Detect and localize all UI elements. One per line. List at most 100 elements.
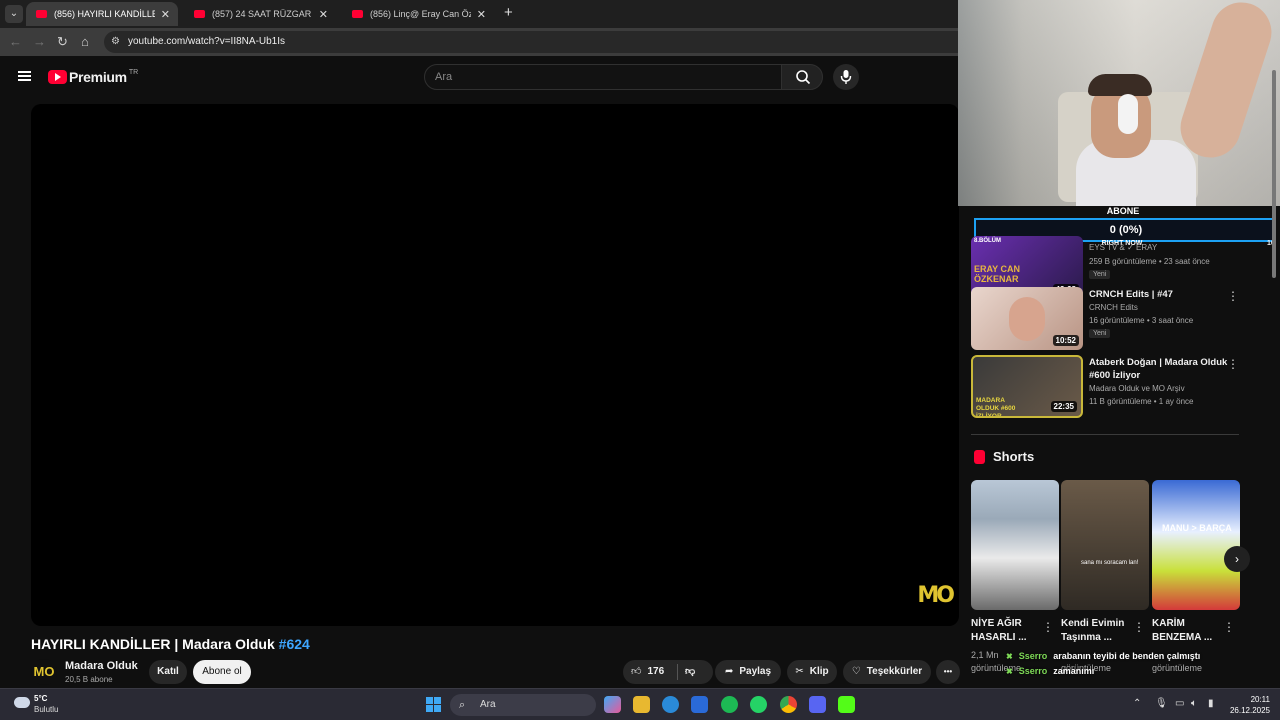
home-icon[interactable]: ⌂ (81, 34, 89, 49)
more-vert-icon[interactable]: ⋮ (1042, 620, 1054, 634)
video-title[interactable]: Ataberk Doğan | Madara Olduk #600 İzliyo… (1089, 356, 1229, 382)
edge-icon[interactable] (662, 696, 679, 713)
new-tab-icon[interactable]: + (504, 4, 513, 21)
search-icon (796, 70, 811, 85)
video-channel[interactable]: EYS TV & ✓ ERAY (1089, 243, 1157, 252)
recommendation-item[interactable]: 10:52 CRNCH Edits | #47 CRNCH Edits 16 g… (971, 287, 1241, 351)
search-input[interactable]: Ara (424, 64, 782, 90)
youtube-header: Premium TR Ara (0, 56, 960, 100)
back-icon[interactable]: ← (9, 34, 22, 49)
short-thumbnail[interactable]: sana mı soracam lan! (1061, 480, 1149, 610)
video-channel[interactable]: CRNCH Edits (1089, 303, 1138, 312)
url-text: youtube.com/watch?v=II8NA-Ub1Is (128, 36, 286, 47)
short-thumbnail[interactable] (971, 480, 1059, 610)
system-clock[interactable]: 20:11 26.12.2025 (1226, 694, 1270, 716)
volume-icon[interactable]: 🔈︎ (1191, 698, 1197, 709)
windows-start-icon[interactable] (426, 697, 441, 712)
chat-user: Sserro (1018, 651, 1048, 661)
short-title[interactable]: NİYE AĞIR HASARLI ... (971, 617, 1051, 645)
battery-icon[interactable]: ▮ (1208, 698, 1214, 709)
more-vert-icon[interactable]: ⋮ (1227, 289, 1239, 303)
search-icon: ⌕ (459, 699, 466, 711)
clock-date: 26.12.2025 (1229, 706, 1270, 715)
more-vert-icon[interactable]: ⋮ (1223, 620, 1235, 634)
scrollbar-thumb[interactable] (1272, 70, 1276, 278)
video-channel[interactable]: Madara Olduk ve MO Arşiv (1089, 384, 1185, 393)
forward-icon[interactable]: → (33, 34, 46, 49)
tab-search-button[interactable]: ⌄ (5, 5, 23, 23)
short-overlay-text: MANU > BARÇA (1162, 523, 1232, 533)
headset (1118, 94, 1138, 134)
thanks-heart-icon: ♡ (851, 666, 861, 677)
short-title[interactable]: KARİM BENZEMA ... (1152, 617, 1232, 645)
reload-icon[interactable]: ↻ (57, 34, 68, 50)
microphone-icon[interactable]: 🎙︎ (1155, 698, 1168, 709)
close-tab-icon[interactable]: ✕ (477, 8, 486, 21)
site-info-icon[interactable]: ⚙ (111, 31, 120, 53)
tab-3[interactable]: (856) Linç@ Eray Can Özkenar ✕ (342, 2, 494, 26)
thumb-text: MADARA OLDUK #600 İZLİYOR (976, 397, 1016, 418)
taskbar: 5°C Bulutlu ⌕ Ara ⌃ 🎙︎ ▭ 🔈︎ ▮ 20:11 26.1… (0, 688, 1280, 720)
cloud-icon (14, 697, 30, 708)
video-thumbnail[interactable]: 10:52 (971, 287, 1083, 350)
tab-title: (856) Linç@ Eray Can Özkenar (370, 9, 471, 19)
chevron-up-icon[interactable]: ⌃ (1133, 698, 1141, 709)
video-title: HAYIRLI KANDİLLER | Madara Olduk #624 (31, 636, 310, 652)
channel-name[interactable]: Madara Olduk (65, 660, 138, 672)
thumbs-up-icon[interactable]: 👍︎ (631, 666, 641, 677)
clip-button[interactable]: ✂ Klip (787, 660, 837, 684)
tab-2[interactable]: (857) 24 SAAT RÜZGAR TÜRBİN ✕ (184, 2, 336, 26)
thanks-button[interactable]: ♡ Teşekkürler (843, 660, 931, 684)
thanks-label: Teşekkürler (866, 666, 923, 677)
hashtag-link[interactable]: #624 (279, 636, 310, 652)
chrome-icon[interactable] (780, 696, 797, 713)
join-button[interactable]: Katıl (149, 660, 187, 684)
whatsapp-icon[interactable] (750, 696, 767, 713)
video-player[interactable]: MO (31, 104, 959, 626)
shorts-next-button[interactable]: › (1224, 546, 1250, 572)
short-thumbnail[interactable]: MANU > BARÇA (1152, 480, 1240, 610)
channel-watermark: MO (917, 583, 955, 608)
more-vert-icon[interactable]: ⋮ (1133, 620, 1145, 634)
like-count[interactable]: 176 (647, 666, 664, 677)
more-actions-button[interactable]: ••• (936, 660, 960, 684)
shorts-heading: Shorts (974, 449, 1034, 464)
kick-icon[interactable] (838, 696, 855, 713)
store-icon[interactable] (691, 696, 708, 713)
voice-search-button[interactable] (833, 64, 859, 90)
page-scrollbar[interactable] (1270, 58, 1278, 688)
chat-badge-icon: ✖ (1006, 667, 1013, 676)
close-tab-icon[interactable]: ✕ (319, 8, 328, 21)
taskbar-search[interactable]: ⌕ Ara (450, 694, 596, 716)
recommendation-item[interactable]: MADARA OLDUK #600 İZLİYOR 22:35 Ataberk … (971, 355, 1241, 419)
thumbs-down-icon[interactable]: 👎︎ (685, 660, 695, 684)
shorts-icon (974, 449, 985, 464)
youtube-favicon-icon (194, 10, 205, 18)
discord-icon[interactable] (809, 696, 826, 713)
short-title[interactable]: Kendi Evimin Taşınma ... (1061, 617, 1141, 645)
video-title[interactable]: CRNCH Edits | #47 (1089, 288, 1229, 301)
like-divider (677, 664, 678, 680)
scissors-icon: ✂ (795, 666, 804, 677)
tab-active[interactable]: (856) HAYIRLI KANDİLLER | Mad ✕ (26, 2, 178, 26)
short-views: görüntüleme (1152, 663, 1203, 673)
avatar[interactable]: MO (31, 659, 57, 685)
share-button[interactable]: ➦ Paylaş (715, 660, 781, 684)
video-thumbnail[interactable]: MADARA OLDUK #600 İZLİYOR 22:35 (971, 355, 1083, 418)
more-vert-icon[interactable]: ⋮ (1227, 357, 1239, 371)
section-divider (971, 434, 1239, 435)
video-duration: 22:35 (1050, 401, 1077, 412)
like-dislike-group: 👍︎ 176 👎︎ (623, 660, 713, 684)
subscribe-button[interactable]: Abone ol (193, 660, 251, 684)
spotify-icon[interactable] (721, 696, 738, 713)
youtube-logo[interactable]: Premium TR (48, 69, 138, 85)
youtube-play-icon (48, 70, 67, 84)
close-tab-icon[interactable]: ✕ (161, 8, 170, 21)
copilot-icon[interactable] (604, 696, 621, 713)
menu-icon[interactable] (18, 71, 31, 81)
video-meta: 16 görüntüleme • 3 saat önce (1089, 316, 1194, 325)
search-button[interactable] (781, 64, 823, 90)
network-icon[interactable]: ▭ (1175, 698, 1184, 709)
chat-message: ✖ Sserro arabanın teyibi de benden çalmışt… (1006, 651, 1200, 661)
file-explorer-icon[interactable] (633, 696, 650, 713)
